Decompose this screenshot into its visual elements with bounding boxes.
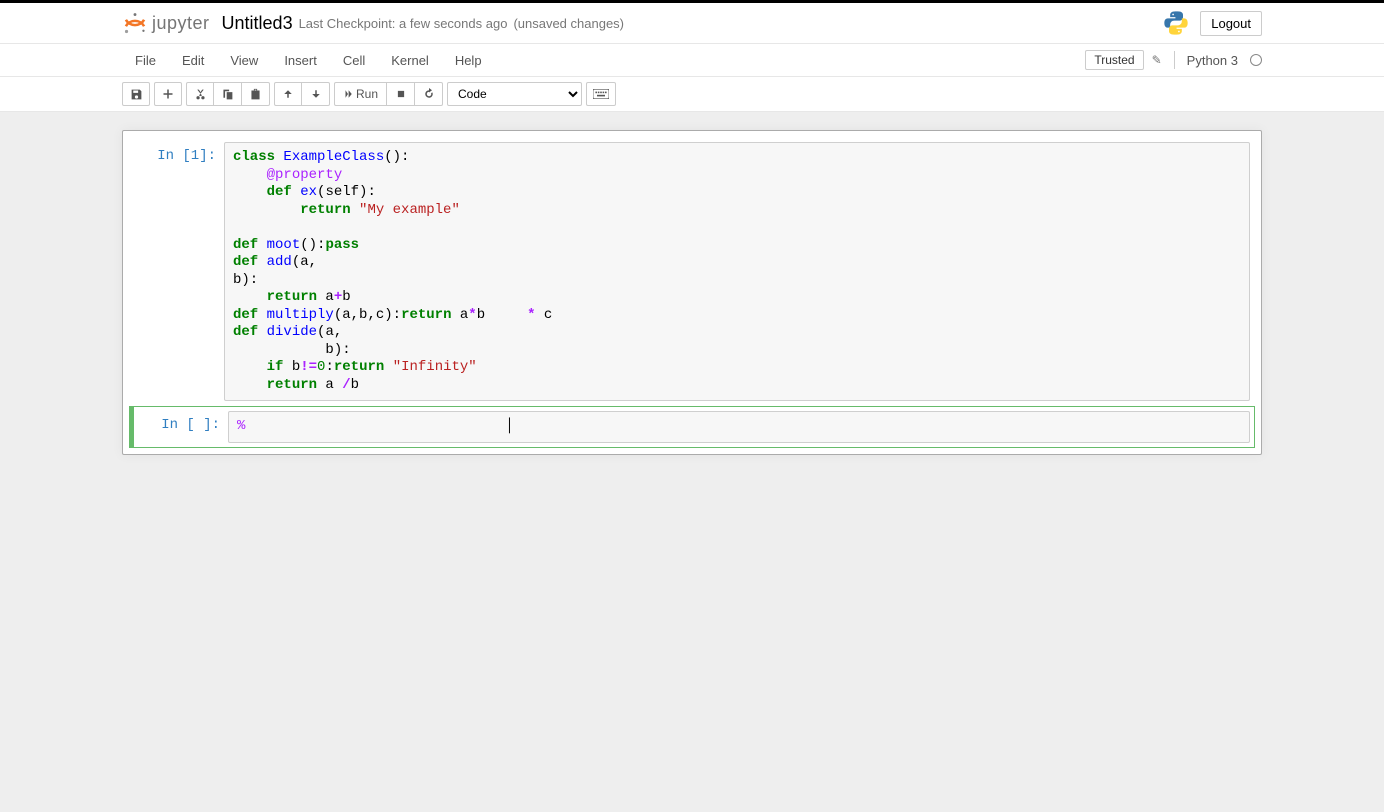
cell-input[interactable]: class ExampleClass(): @property def ex(s… [224, 142, 1250, 401]
menu-file[interactable]: File [122, 47, 169, 74]
jupyter-logo[interactable]: jupyter [122, 10, 210, 36]
menu-view[interactable]: View [217, 47, 271, 74]
menu-edit[interactable]: Edit [169, 47, 217, 74]
save-button[interactable] [122, 82, 150, 106]
kernel-status-icon [1250, 54, 1262, 66]
command-palette-button[interactable] [586, 82, 616, 106]
pencil-icon[interactable]: ✎ [1152, 53, 1162, 67]
menu-insert[interactable]: Insert [271, 47, 330, 74]
celltype-select[interactable]: CodeMarkdownRaw NBConvertHeading [447, 82, 582, 106]
text-cursor: │ [505, 418, 513, 434]
divider [1174, 51, 1175, 69]
cell-input[interactable]: %│ [228, 411, 1250, 443]
trusted-indicator[interactable]: Trusted [1085, 50, 1143, 70]
restart-button[interactable] [415, 82, 443, 106]
python-icon [1162, 9, 1190, 37]
paste-button[interactable] [242, 82, 270, 106]
code-cell[interactable]: In [1]:class ExampleClass(): @property d… [129, 137, 1255, 406]
add-cell-button[interactable] [154, 82, 182, 106]
cell-prompt: In [ ]: [138, 411, 228, 443]
kernel-name[interactable]: Python 3 [1187, 53, 1238, 68]
move-down-button[interactable] [302, 82, 330, 106]
checkpoint-status: Last Checkpoint: a few seconds ago [299, 16, 508, 31]
run-label: Run [356, 87, 378, 101]
move-up-button[interactable] [274, 82, 302, 106]
menu-kernel[interactable]: Kernel [378, 47, 442, 74]
cut-button[interactable] [186, 82, 214, 106]
code-cell[interactable]: In [ ]:%│ [129, 406, 1255, 448]
notebook-title[interactable]: Untitled3 [222, 13, 293, 34]
menu-help[interactable]: Help [442, 47, 495, 74]
run-button[interactable]: Run [334, 82, 387, 106]
copy-button[interactable] [214, 82, 242, 106]
logout-button[interactable]: Logout [1200, 11, 1262, 36]
cell-prompt: In [1]: [134, 142, 224, 401]
unsaved-status: (unsaved changes) [513, 16, 624, 31]
logo-text: jupyter [152, 13, 210, 34]
interrupt-button[interactable] [387, 82, 415, 106]
menu-cell[interactable]: Cell [330, 47, 378, 74]
notebook-container[interactable]: In [1]:class ExampleClass(): @property d… [122, 130, 1262, 455]
